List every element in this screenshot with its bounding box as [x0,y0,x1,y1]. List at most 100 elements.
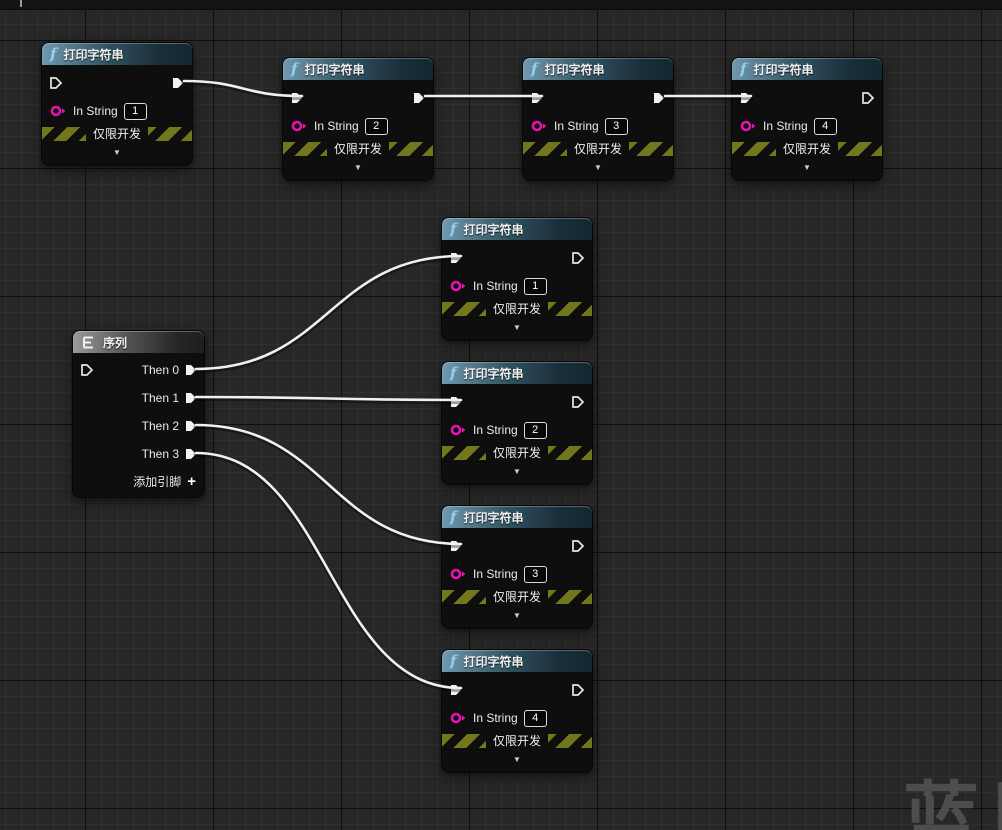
exec-out-pin[interactable] [412,91,426,105]
node-header[interactable]: 序列 [73,331,204,353]
advanced-expander[interactable]: ▼ [523,159,673,177]
sequence-node[interactable]: 序列 Then 0 Then 1 Then 2 Then 3 添加引脚 + [72,330,205,498]
function-icon: f [450,222,456,237]
wire-then2-to-print7[interactable] [196,425,461,544]
string-pin[interactable] [450,711,467,725]
dev-only-banner: 仅限开发 [442,443,592,463]
node-header[interactable]: f 打印字符串 [442,650,592,672]
node-header[interactable]: f 打印字符串 [523,58,673,80]
string-pin[interactable] [531,119,548,133]
in-string-value[interactable]: 4 [524,710,547,727]
dev-only-label: 仅限开发 [486,734,548,748]
exec-in-pin[interactable] [80,363,94,377]
advanced-expander[interactable]: ▼ [442,607,592,625]
chevron-down-icon: ▼ [803,164,811,172]
in-string-label: In String [554,119,599,133]
string-pin[interactable] [291,119,308,133]
print-string-node-7[interactable]: f 打印字符串 In String 3 仅限开发 ▼ [441,505,593,629]
dev-only-label: 仅限开发 [776,142,838,156]
in-string-value[interactable]: 4 [814,118,837,135]
in-string-value[interactable]: 1 [524,278,547,295]
exec-in-pin[interactable] [49,76,63,90]
top-bar [0,0,1002,10]
then-3-pin[interactable] [184,447,198,461]
print-string-node-3[interactable]: f 打印字符串 In String 3 仅限开发 ▼ [522,57,674,181]
print-string-node-4[interactable]: f 打印字符串 In String 4 仅限开发 ▼ [731,57,883,181]
exec-in-pin[interactable] [449,683,463,697]
in-string-value[interactable]: 2 [365,118,388,135]
wire-then0-to-print5[interactable] [196,256,461,369]
exec-out-pin[interactable] [652,91,666,105]
string-pin[interactable] [450,279,467,293]
function-icon: f [531,62,537,77]
exec-out-pin[interactable] [861,91,875,105]
add-pin-label: 添加引脚 [133,473,181,490]
exec-out-pin[interactable] [571,683,585,697]
in-string-label: In String [473,423,518,437]
dev-only-banner: 仅限开发 [42,124,192,144]
advanced-expander[interactable]: ▼ [442,319,592,337]
add-pin-button[interactable]: 添加引脚 + [73,468,204,494]
chevron-down-icon: ▼ [513,324,521,332]
then-2-pin[interactable] [184,419,198,433]
string-pin[interactable] [740,119,757,133]
in-string-label: In String [763,119,808,133]
in-string-value[interactable]: 2 [524,422,547,439]
string-pin[interactable] [450,567,467,581]
string-pin[interactable] [450,423,467,437]
node-header[interactable]: f 打印字符串 [442,362,592,384]
blueprint-watermark: 蓝图 [903,777,1002,830]
chevron-down-icon: ▼ [113,149,121,157]
advanced-expander[interactable]: ▼ [283,159,433,177]
dev-only-label: 仅限开发 [486,302,548,316]
print-string-node-1[interactable]: f 打印字符串 In String 1 仅限开发 ▼ [41,42,193,166]
advanced-expander[interactable]: ▼ [442,463,592,481]
print-string-node-5[interactable]: f 打印字符串 In String 1 仅限开发 ▼ [441,217,593,341]
advanced-expander[interactable]: ▼ [42,144,192,162]
function-icon: f [50,47,56,62]
exec-in-pin[interactable] [530,91,544,105]
print-string-node-6[interactable]: f 打印字符串 In String 2 仅限开发 ▼ [441,361,593,485]
wire-then1-to-print6[interactable] [196,397,461,400]
dev-only-label: 仅限开发 [486,446,548,460]
then-1-pin[interactable] [184,391,198,405]
then-pin-label: Then 3 [142,447,179,461]
exec-in-pin[interactable] [449,395,463,409]
exec-out-pin[interactable] [171,76,185,90]
wire-then3-to-print8[interactable] [196,453,461,688]
in-string-value[interactable]: 3 [605,118,628,135]
node-header[interactable]: f 打印字符串 [42,43,192,65]
node-header[interactable]: f 打印字符串 [283,58,433,80]
node-title: 打印字符串 [63,46,123,63]
node-header[interactable]: f 打印字符串 [732,58,882,80]
dev-only-label: 仅限开发 [567,142,629,156]
then-pin-label: Then 1 [142,391,179,405]
dev-only-banner: 仅限开发 [523,139,673,159]
exec-out-pin[interactable] [571,539,585,553]
print-string-node-8[interactable]: f 打印字符串 In String 4 仅限开发 ▼ [441,649,593,773]
exec-out-pin[interactable] [571,395,585,409]
function-icon: f [450,366,456,381]
then-0-pin[interactable] [184,363,198,377]
advanced-expander[interactable]: ▼ [732,159,882,177]
chevron-down-icon: ▼ [513,756,521,764]
node-header[interactable]: f 打印字符串 [442,218,592,240]
in-string-value[interactable]: 3 [524,566,547,583]
node-title: 打印字符串 [463,365,523,382]
exec-out-pin[interactable] [571,251,585,265]
exec-in-pin[interactable] [449,539,463,553]
exec-in-pin[interactable] [290,91,304,105]
string-pin[interactable] [50,104,67,118]
in-string-value[interactable]: 1 [124,103,147,120]
exec-in-pin[interactable] [449,251,463,265]
chevron-down-icon: ▼ [513,612,521,620]
node-header[interactable]: f 打印字符串 [442,506,592,528]
chevron-down-icon: ▼ [513,468,521,476]
print-string-node-2[interactable]: f 打印字符串 In String 2 仅限开发 ▼ [282,57,434,181]
exec-in-pin[interactable] [739,91,753,105]
dev-only-label: 仅限开发 [327,142,389,156]
function-icon: f [450,654,456,669]
advanced-expander[interactable]: ▼ [442,751,592,769]
blueprint-graph-canvas[interactable]: f 打印字符串 In String 1 仅限开发 ▼ f 打印字符串 In St… [0,0,1002,830]
then-pin-label: Then 0 [142,363,179,377]
